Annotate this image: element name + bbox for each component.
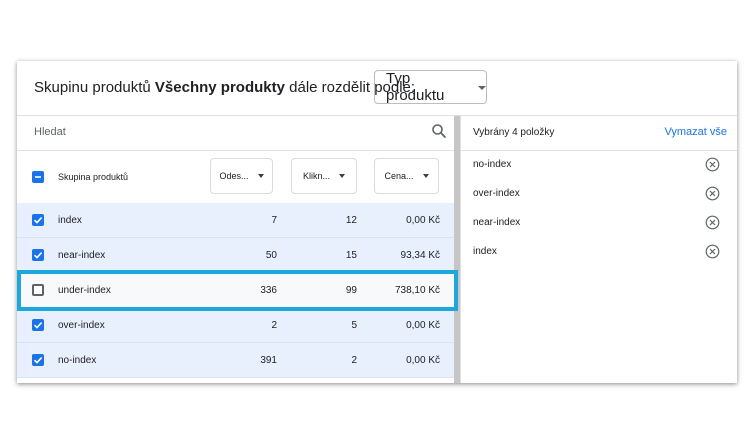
row-name: over-index [58, 320, 105, 331]
clear-all-link[interactable]: Vymazat vše [664, 126, 727, 138]
chevron-down-icon [339, 174, 345, 178]
search-icon[interactable] [431, 123, 447, 139]
chevron-down-icon [257, 174, 264, 178]
search-input[interactable]: Hledat [34, 126, 66, 138]
product-subdivision-card: Skupinu produktů Všechny produkty dále r… [17, 61, 737, 383]
row-value-3: 738,10 Kč [394, 285, 440, 296]
column-sort-button-1[interactable]: Odes... [210, 158, 273, 194]
column-header-product-group: Skupina produktů [58, 172, 129, 182]
product-type-dropdown[interactable]: Typ produktu [374, 70, 487, 104]
row-checkbox[interactable] [32, 284, 44, 296]
column-header-label: Cena... [384, 171, 414, 181]
row-value-1: 336 [260, 285, 277, 296]
header: Skupinu produktů Všechny produkty dále r… [17, 61, 737, 116]
table-row[interactable]: under-index 336 99 738,10 Kč [17, 273, 454, 308]
row-value-2: 2 [351, 355, 357, 366]
chevron-down-icon [422, 174, 429, 178]
row-value-1: 50 [265, 250, 277, 261]
row-value-1: 2 [271, 320, 277, 331]
select-all-checkbox[interactable] [32, 171, 44, 183]
selected-item-label: over-index [473, 188, 520, 199]
row-value-3: 93,34 Kč [400, 250, 440, 261]
row-checkbox[interactable] [32, 249, 44, 261]
row-name: under-index [58, 285, 111, 296]
header-product-group: Všechny produkty [154, 79, 285, 96]
row-checkbox[interactable] [32, 319, 44, 331]
table-row[interactable]: near-index 50 15 93,34 Kč [17, 238, 454, 273]
column-sort-button-2[interactable]: Klikn... [291, 158, 357, 194]
row-name: no-index [58, 355, 97, 366]
selected-item: no-index [461, 151, 737, 180]
selected-item-label: index [473, 246, 497, 257]
row-name: near-index [58, 250, 106, 261]
search-bar[interactable]: Hledat [17, 116, 454, 151]
selected-item: near-index [461, 209, 737, 238]
row-value-2: 15 [345, 250, 357, 261]
product-list-panel: Hledat Skupina produktů Odes... Klikn... [17, 116, 454, 383]
column-header-label: Klikn... [302, 171, 330, 181]
selected-item: over-index [461, 180, 737, 209]
close-circle-icon[interactable] [705, 186, 720, 201]
chevron-down-icon [478, 86, 486, 90]
row-value-2: 99 [345, 285, 357, 296]
row-checkbox[interactable] [32, 214, 44, 226]
header-prefix: Skupinu produktů [34, 79, 151, 96]
row-name: index [58, 215, 82, 226]
column-sort-button-3[interactable]: Cena... [374, 158, 439, 194]
selected-item: index [461, 238, 737, 267]
table-row[interactable]: over-index 2 5 0,00 Kč [17, 308, 454, 343]
selected-item-label: near-index [473, 217, 521, 228]
selected-items-panel: Vybrány 4 položky Vymazat vše no-index o… [460, 116, 737, 383]
selected-items-header: Vybrány 4 položky Vymazat vše [461, 116, 737, 151]
close-circle-icon[interactable] [705, 244, 720, 259]
table-header: Skupina produktů Odes... Klikn... Cena..… [17, 151, 454, 203]
close-circle-icon[interactable] [705, 157, 720, 172]
row-value-2: 12 [345, 215, 357, 226]
row-value-3: 0,00 Kč [406, 320, 440, 331]
close-circle-icon[interactable] [705, 215, 720, 230]
row-value-3: 0,00 Kč [406, 215, 440, 226]
row-checkbox[interactable] [32, 354, 44, 366]
selected-item-label: no-index [473, 159, 512, 170]
row-value-1: 391 [260, 355, 277, 366]
selected-count: Vybrány 4 položky [473, 127, 555, 138]
row-value-3: 0,00 Kč [406, 355, 440, 366]
table-row[interactable]: index 7 12 0,00 Kč [17, 203, 454, 238]
row-value-1: 7 [271, 215, 277, 226]
row-value-2: 5 [351, 320, 357, 331]
column-header-label: Odes... [219, 171, 249, 181]
table-row[interactable]: no-index 391 2 0,00 Kč [17, 343, 454, 378]
header-text: Skupinu produktů Všechny produkty dále r… [34, 79, 415, 96]
product-type-dropdown-value: Typ produktu [386, 70, 445, 104]
